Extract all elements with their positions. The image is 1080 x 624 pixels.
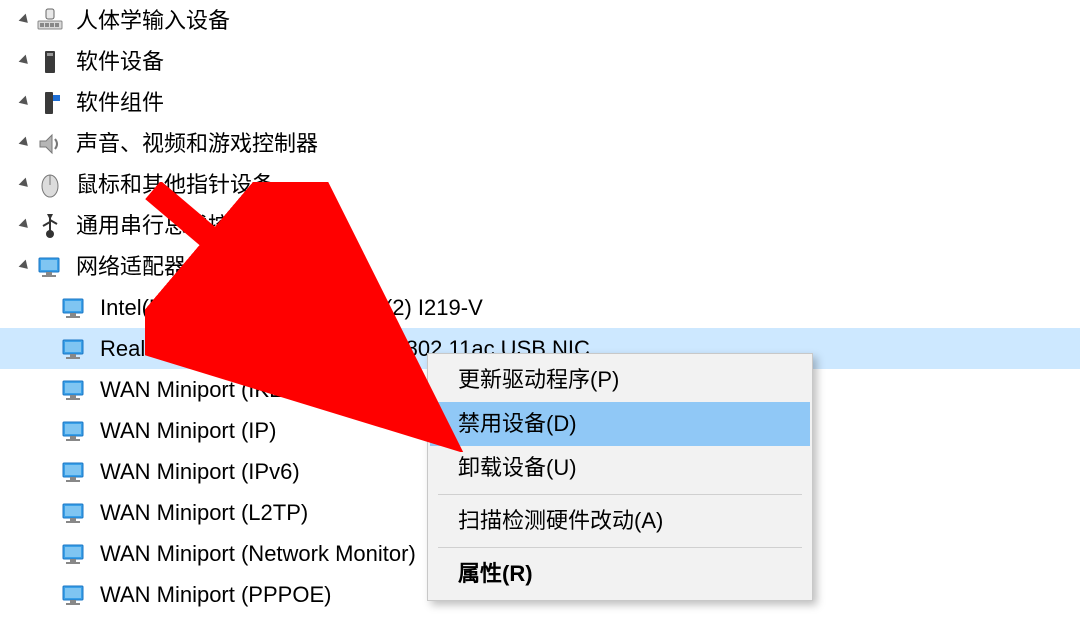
tree-item-usb[interactable]: 通用串行总线控制器 [0,205,1080,246]
tree-item-label: 软件组件 [76,89,164,117]
mouse-icon [36,171,64,199]
network-adapter-icon [60,335,88,363]
tree-item-hid[interactable]: 人体学输入设备 [0,0,1080,41]
menu-separator [438,494,802,495]
tree-item-label: 软件设备 [76,48,164,76]
tree-item-label: 人体学输入设备 [76,7,230,35]
tree-item-label: 声音、视频和游戏控制器 [76,130,318,158]
tree-item-label: WAN Miniport (L2TP) [100,499,308,527]
tree-item-label: 网络适配器 [76,253,186,281]
hid-icon [36,7,64,35]
tree-item-label: 鼠标和其他指针设备 [76,171,274,199]
chevron-right-icon [18,180,32,194]
tree-item-software-devices[interactable]: 软件设备 [0,41,1080,82]
software-component-icon [36,89,64,117]
tree-item-label: WAN Miniport (IKEv2) [100,376,314,404]
tree-item-label: WAN Miniport (IP) [100,417,276,445]
menu-scan-hardware[interactable]: 扫描检测硬件改动(A) [430,499,810,543]
network-adapter-icon [60,376,88,404]
network-adapter-icon [36,253,64,281]
tree-item-label: 通用串行总线控制器 [76,212,274,240]
tree-item-intel-ethernet[interactable]: Intel(R) Ethernet Connection (2) I219-V [0,287,1080,328]
tree-item-mouse[interactable]: 鼠标和其他指针设备 [0,164,1080,205]
speaker-icon [36,130,64,158]
usb-icon [36,212,64,240]
menu-uninstall-device[interactable]: 卸载设备(U) [430,446,810,490]
menu-disable-device[interactable]: 禁用设备(D) [430,402,810,446]
tree-item-label: WAN Miniport (PPPOE) [100,581,331,609]
context-menu: 更新驱动程序(P) 禁用设备(D) 卸载设备(U) 扫描检测硬件改动(A) 属性… [427,353,813,601]
network-adapter-icon [60,458,88,486]
menu-separator [438,547,802,548]
chevron-right-icon [18,139,32,153]
tree-item-software-components[interactable]: 软件组件 [0,82,1080,123]
chevron-right-icon [18,16,32,30]
tree-item-network-adapters[interactable]: 网络适配器 [0,246,1080,287]
network-adapter-icon [60,581,88,609]
tree-item-sound[interactable]: 声音、视频和游戏控制器 [0,123,1080,164]
network-adapter-icon [60,417,88,445]
tree-item-label: WAN Miniport (IPv6) [100,458,300,486]
network-adapter-icon [60,540,88,568]
chevron-right-icon [18,57,32,71]
menu-update-driver[interactable]: 更新驱动程序(P) [430,358,810,402]
chevron-right-icon [18,98,32,112]
menu-properties[interactable]: 属性(R) [430,552,810,596]
chevron-right-icon [18,221,32,235]
software-device-icon [36,48,64,76]
network-adapter-icon [60,499,88,527]
tree-item-label: Intel(R) Ethernet Connection (2) I219-V [100,294,483,322]
chevron-down-icon [18,262,32,276]
network-adapter-icon [60,294,88,322]
tree-item-label: WAN Miniport (Network Monitor) [100,540,416,568]
